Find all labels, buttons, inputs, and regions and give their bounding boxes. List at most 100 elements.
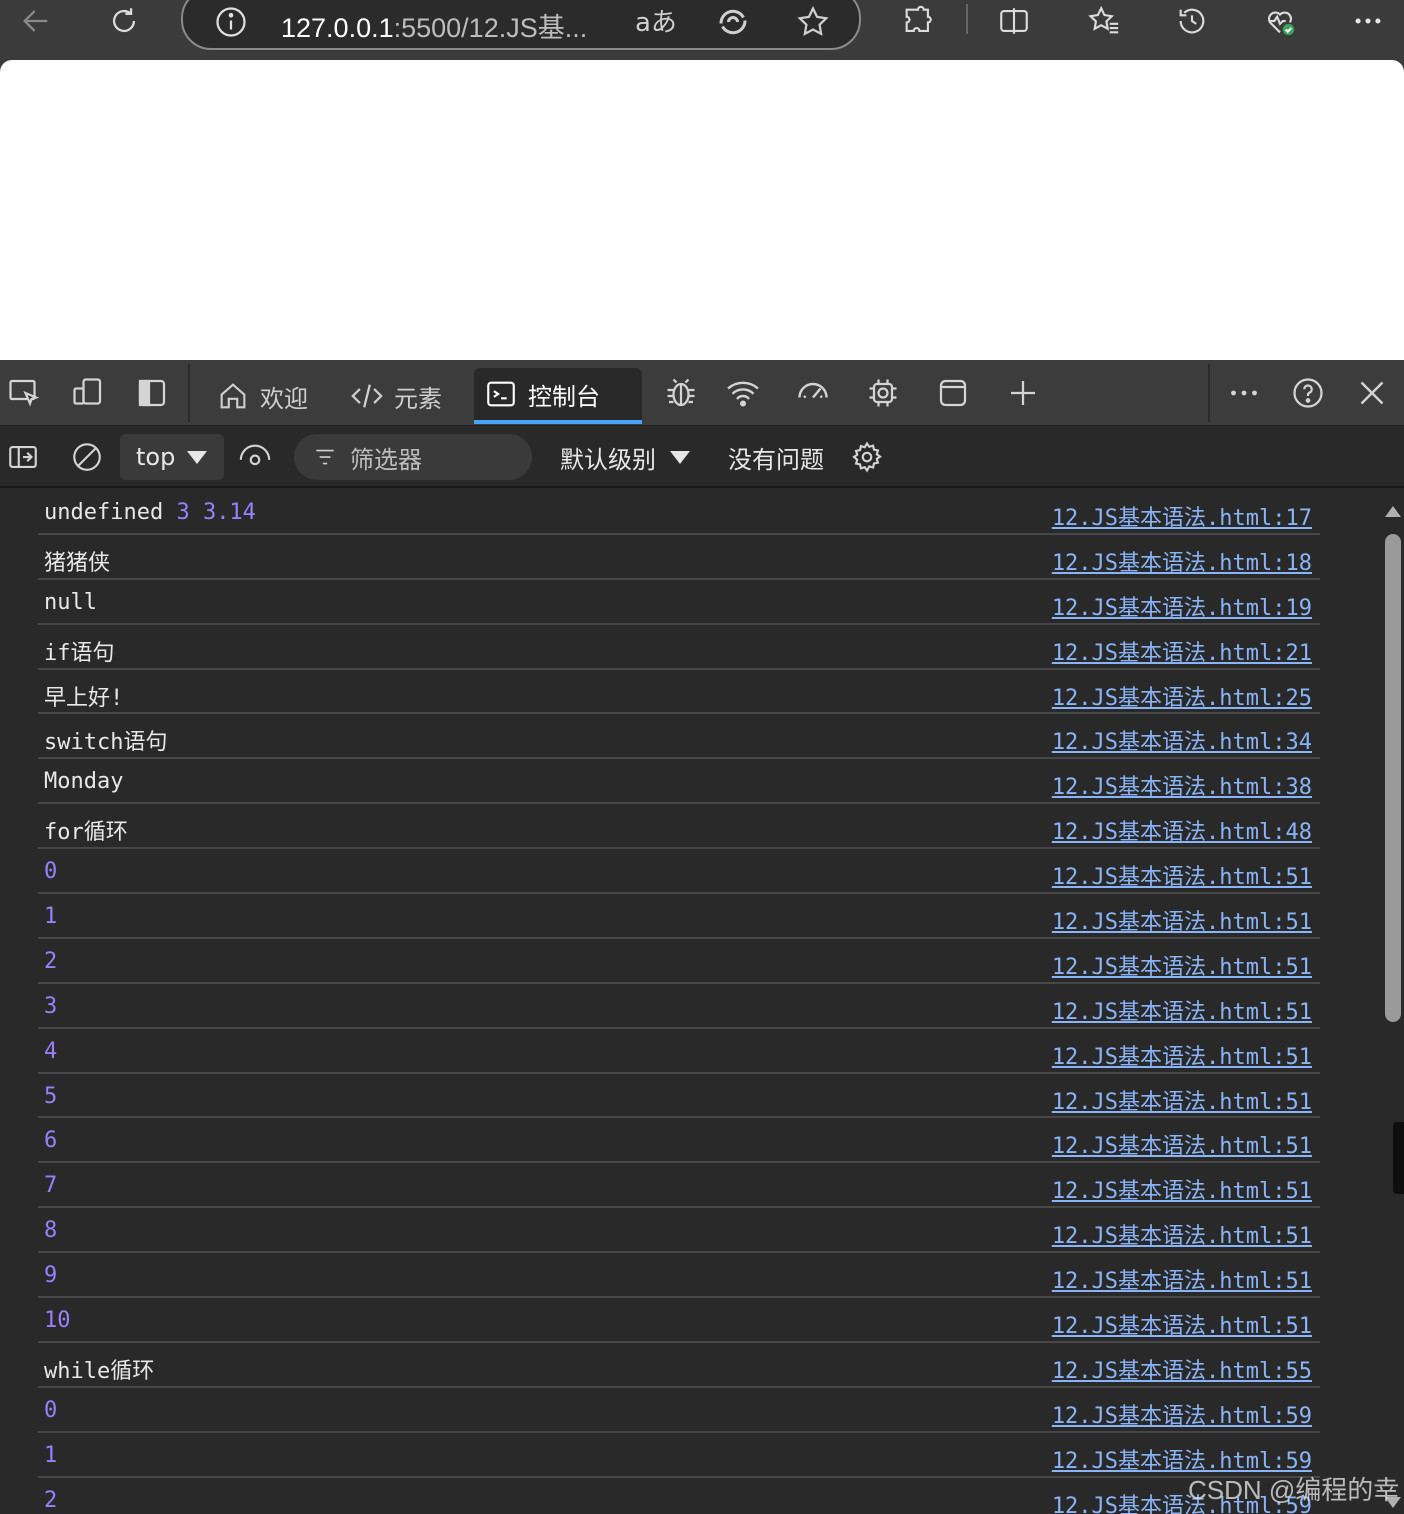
console-message: 5 xyxy=(44,1084,57,1109)
console-message: 9 xyxy=(44,1263,57,1288)
tab-console[interactable]: 控制台 xyxy=(474,368,642,424)
message-number: 3 xyxy=(44,993,58,1019)
console-message: 7 xyxy=(44,1173,57,1198)
browser-essentials-icon[interactable] xyxy=(1258,0,1302,42)
log-level-dropdown[interactable]: 默认级别 xyxy=(560,434,690,480)
source-link[interactable]: 12.JS基本语法.html:51 xyxy=(1052,994,1312,1026)
source-link[interactable]: 12.JS基本语法.html:25 xyxy=(1052,680,1312,712)
close-icon[interactable] xyxy=(1350,372,1394,414)
filter-input[interactable]: 筛选器 xyxy=(294,434,532,480)
settings-gear-icon[interactable] xyxy=(850,434,884,480)
history-icon[interactable] xyxy=(1170,0,1214,42)
console-message-row: switch语句 12.JS基本语法.html:34 xyxy=(38,714,1320,760)
tab-elements[interactable]: 元素 xyxy=(340,368,452,424)
scrollbar-thumb[interactable] xyxy=(1385,534,1401,1022)
message-text: 猪猪侠 xyxy=(44,550,111,576)
console-message-row: for循环 12.JS基本语法.html:48 xyxy=(38,804,1320,850)
console-message-row: 1 12.JS基本语法.html:51 xyxy=(38,894,1320,939)
source-link[interactable]: 12.JS基本语法.html:51 xyxy=(1052,1039,1312,1071)
source-link[interactable]: 12.JS基本语法.html:34 xyxy=(1052,724,1312,756)
message-number: 0 xyxy=(44,1397,58,1423)
read-aloud-icon[interactable]: aあ xyxy=(635,2,677,39)
console-scrollbar[interactable] xyxy=(1382,490,1404,1514)
console-message-row: 4 12.JS基本语法.html:51 xyxy=(38,1029,1320,1074)
dock-icon[interactable] xyxy=(132,372,172,414)
message-text: Monday xyxy=(44,769,124,795)
bug-icon[interactable] xyxy=(660,372,702,414)
live-expression-icon[interactable] xyxy=(238,434,272,480)
source-link[interactable]: 12.JS基本语法.html:51 xyxy=(1052,1084,1312,1116)
more-icon[interactable] xyxy=(1346,0,1390,42)
message-number: 7 xyxy=(44,1173,58,1199)
source-link[interactable]: 12.JS基本语法.html:51 xyxy=(1052,1308,1312,1340)
split-screen-icon[interactable] xyxy=(992,0,1036,42)
toolbar-divider xyxy=(966,4,968,34)
performance-icon[interactable] xyxy=(792,372,834,414)
back-icon[interactable] xyxy=(14,0,58,42)
issues-button[interactable]: 没有问题 xyxy=(728,434,824,480)
extensions-icon[interactable] xyxy=(896,0,940,42)
console-message-row: 3 12.JS基本语法.html:51 xyxy=(38,984,1320,1029)
source-link[interactable]: 12.JS基本语法.html:51 xyxy=(1052,859,1312,891)
application-icon[interactable] xyxy=(932,372,974,414)
message-text: for循环 xyxy=(44,820,128,846)
source-link[interactable]: 12.JS基本语法.html:18 xyxy=(1052,545,1312,577)
favorite-star-icon[interactable] xyxy=(795,4,831,40)
favorites-icon[interactable] xyxy=(1082,0,1126,42)
message-text: null xyxy=(44,589,97,615)
console-message-row: 6 12.JS基本语法.html:51 xyxy=(38,1118,1320,1164)
console-message-row: undefined 3 3.14 12.JS基本语法.html:17 xyxy=(38,490,1320,535)
source-link[interactable]: 12.JS基本语法.html:48 xyxy=(1052,814,1312,846)
source-link[interactable]: 12.JS基本语法.html:51 xyxy=(1052,1128,1312,1160)
home-icon xyxy=(220,383,246,409)
clear-console-icon[interactable] xyxy=(70,434,104,480)
source-link[interactable]: 12.JS基本语法.html:38 xyxy=(1052,769,1312,801)
code-icon xyxy=(351,384,383,408)
source-link[interactable]: 12.JS基本语法.html:51 xyxy=(1052,1218,1312,1250)
issues-label: 没有问题 xyxy=(728,445,824,474)
console-message: 1 xyxy=(44,904,57,929)
tab-welcome[interactable]: 欢迎 xyxy=(206,368,318,424)
message-number: 5 xyxy=(44,1083,58,1109)
refresh-icon[interactable] xyxy=(102,0,146,42)
more-tools-icon[interactable] xyxy=(1222,372,1266,414)
sidebar-toggle-icon[interactable] xyxy=(6,434,40,480)
source-link[interactable]: 12.JS基本语法.html:59 xyxy=(1052,1398,1312,1430)
address-bar[interactable]: 127.0.0.1:5500/12.JS基... aあ xyxy=(181,0,861,50)
message-number: 9 xyxy=(44,1263,58,1289)
source-link[interactable]: 12.JS基本语法.html:51 xyxy=(1052,949,1312,981)
console-message-row: 0 12.JS基本语法.html:51 xyxy=(38,849,1320,895)
source-link[interactable]: 12.JS基本语法.html:51 xyxy=(1052,1173,1312,1205)
console-log: undefined 3 3.14 12.JS基本语法.html:17 猪猪侠 12.J… xyxy=(0,490,1320,1514)
copilot-icon[interactable] xyxy=(715,4,751,40)
source-link[interactable]: 12.JS基本语法.html:51 xyxy=(1052,904,1312,936)
context-label: top xyxy=(136,443,176,471)
source-link[interactable]: 12.JS基本语法.html:51 xyxy=(1052,1263,1312,1295)
help-icon[interactable] xyxy=(1286,372,1330,414)
add-tab-icon[interactable] xyxy=(1002,372,1044,414)
network-icon[interactable] xyxy=(722,372,764,414)
console-message: 猪猪侠 xyxy=(44,545,110,577)
message-text: 早上好! xyxy=(44,685,124,711)
context-selector[interactable]: top xyxy=(120,434,224,480)
console-message-row: null 12.JS基本语法.html:19 xyxy=(38,580,1320,625)
console-message: 10 xyxy=(44,1308,71,1333)
tab-divider xyxy=(188,364,190,422)
info-icon[interactable] xyxy=(213,4,249,40)
inspect-icon[interactable] xyxy=(4,372,44,414)
console-message: 1 xyxy=(44,1443,57,1468)
browser-toolbar: 127.0.0.1:5500/12.JS基... aあ xyxy=(0,0,1404,60)
device-emulation-icon[interactable] xyxy=(68,372,108,414)
console-message: 0 xyxy=(44,859,57,884)
console-message: 早上好! xyxy=(44,680,123,712)
edge-sidebar-tab[interactable] xyxy=(1393,1122,1404,1194)
source-link[interactable]: 12.JS基本语法.html:55 xyxy=(1052,1353,1312,1385)
source-link[interactable]: 12.JS基本语法.html:19 xyxy=(1052,590,1312,622)
source-link[interactable]: 12.JS基本语法.html:17 xyxy=(1052,500,1312,532)
console-message: 4 xyxy=(44,1039,57,1064)
message-text: undefined xyxy=(44,500,177,525)
scroll-up-arrow-icon[interactable] xyxy=(1385,506,1401,517)
memory-icon[interactable] xyxy=(862,372,904,414)
console-message: if语句 xyxy=(44,635,115,667)
source-link[interactable]: 12.JS基本语法.html:21 xyxy=(1052,635,1312,667)
